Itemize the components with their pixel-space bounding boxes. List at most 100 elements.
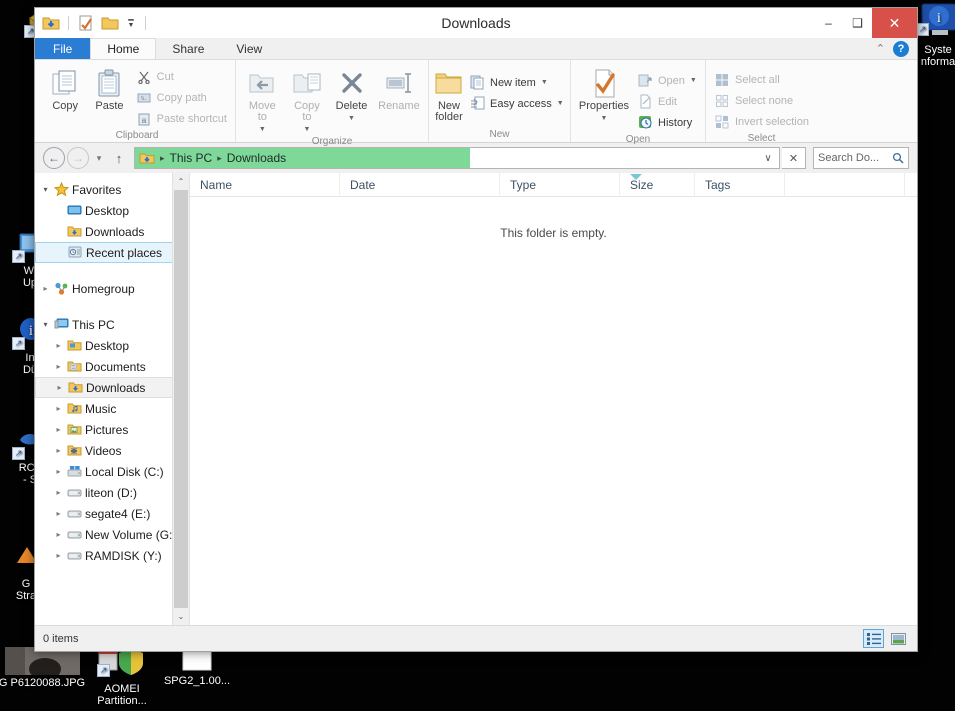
desktop-icon-aomei[interactable]: ↗ AOMEI Partition... — [82, 647, 162, 707]
expander-icon[interactable]: ▸ — [52, 509, 65, 518]
sidebar-item-documents[interactable]: ▸ Documents — [35, 356, 189, 377]
close-button[interactable]: ✕ — [872, 8, 917, 38]
select-all-button[interactable]: Select all — [710, 69, 813, 90]
column-header-date[interactable]: Date — [340, 173, 500, 197]
navigation-scrollbar[interactable]: ⌃ ⌄ — [172, 173, 189, 625]
file-list-pane[interactable]: Name Date Type Size Tags This folder is … — [190, 173, 917, 625]
sidebar-item-drive-d[interactable]: ▸ liteon (D:) — [35, 482, 189, 503]
invert-selection-button[interactable]: Invert selection — [710, 111, 813, 132]
chevron-down-icon[interactable]: ▼ — [601, 113, 608, 124]
expander-icon[interactable]: ▸ — [53, 383, 66, 392]
cut-button[interactable]: Cut — [132, 66, 231, 87]
expander-icon[interactable]: ▸ — [52, 362, 65, 371]
breadcrumb-separator[interactable]: ▸ — [157, 153, 168, 164]
expander-icon[interactable]: ▸ — [52, 488, 65, 497]
search-input[interactable]: Search Do... — [813, 147, 909, 169]
chevron-down-icon[interactable]: ▼ — [348, 113, 355, 124]
collapse-ribbon-button[interactable]: ⌃ — [876, 42, 885, 55]
forward-button[interactable]: → — [67, 147, 89, 169]
expander-icon[interactable]: ▸ — [52, 341, 65, 350]
move-to-button[interactable]: Move to ▼ — [240, 64, 285, 135]
button-label: Paste shortcut — [156, 112, 227, 125]
address-dropdown-button[interactable]: ∨ — [757, 153, 779, 164]
select-none-button[interactable]: Select none — [710, 90, 813, 111]
customize-qat-caret[interactable]: ━ ▼ — [124, 14, 138, 32]
sidebar-item-recent-places[interactable]: Recent places — [35, 242, 183, 263]
tab-home[interactable]: Home — [90, 38, 157, 59]
edit-button[interactable]: Edit — [633, 91, 701, 112]
expander-icon[interactable]: ▸ — [39, 284, 52, 293]
expander-icon[interactable]: ▸ — [52, 446, 65, 455]
chevron-down-icon[interactable]: ▼ — [303, 124, 310, 135]
sidebar-item-favorites[interactable]: ▾ Favorites — [35, 179, 189, 200]
column-header-type[interactable]: Type — [500, 173, 620, 197]
sidebar-item-music[interactable]: ▸ Music — [35, 398, 189, 419]
new-folder-button[interactable]: New folder — [433, 64, 465, 123]
expander-icon[interactable]: ▸ — [52, 530, 65, 539]
scroll-up-button[interactable]: ⌃ — [173, 173, 189, 190]
paste-shortcut-button[interactable]: a Paste shortcut — [132, 108, 231, 129]
sidebar-item-videos[interactable]: ▸ Videos — [35, 440, 189, 461]
breadcrumb-item-this-pc[interactable]: This PC — [170, 151, 213, 165]
history-button[interactable]: History — [633, 112, 701, 133]
help-icon[interactable]: ? — [893, 40, 909, 57]
maximize-button[interactable]: ❑ — [843, 8, 872, 38]
button-label: Copy — [52, 100, 78, 112]
tab-view[interactable]: View — [220, 38, 278, 59]
sidebar-item-pictures[interactable]: ▸ Pictures — [35, 419, 189, 440]
column-header-tags[interactable]: Tags — [695, 173, 785, 197]
tab-file[interactable]: File — [35, 38, 91, 59]
expander-icon[interactable]: ▸ — [52, 551, 65, 560]
breadcrumb-item-downloads[interactable]: Downloads — [227, 151, 286, 165]
delete-button[interactable]: Delete ▼ — [329, 64, 374, 124]
downloads-folder-icon[interactable] — [41, 13, 61, 33]
tab-share[interactable]: Share — [156, 38, 220, 59]
sidebar-item-drive-g[interactable]: ▸ New Volume (G:) — [35, 524, 189, 545]
expander-icon[interactable]: ▸ — [52, 467, 65, 476]
copy-button[interactable]: Copy — [43, 64, 87, 112]
scroll-down-button[interactable]: ⌄ — [173, 608, 189, 625]
svg-text:a: a — [141, 116, 146, 125]
chevron-down-icon[interactable]: ▼ — [557, 100, 564, 107]
chevron-down-icon[interactable]: ▼ — [259, 124, 266, 135]
paste-button[interactable]: Paste — [87, 64, 131, 112]
recent-locations-button[interactable]: ▾ — [91, 147, 107, 169]
properties-button[interactable]: Properties ▼ — [575, 64, 633, 124]
scrollbar-thumb[interactable] — [174, 190, 188, 608]
easy-access-button[interactable]: Easy access ▼ — [465, 93, 568, 114]
sidebar-item-drive-e[interactable]: ▸ segate4 (E:) — [35, 503, 189, 524]
desktop-icon-spg2[interactable]: SPG2_1.00... — [157, 647, 237, 687]
breadcrumb[interactable]: ▸ This PC ▸ Downloads ∨ — [134, 147, 780, 169]
sidebar-item-local-disk-c[interactable]: ▸ Local Disk (C:) — [35, 461, 189, 482]
new-folder-icon[interactable] — [100, 13, 120, 33]
details-view-button[interactable] — [863, 629, 884, 648]
sidebar-item-desktop-pc[interactable]: ▸ Desktop — [35, 335, 189, 356]
copy-path-button[interactable]: \\.. Copy path — [132, 87, 231, 108]
sidebar-item-homegroup[interactable]: ▸ Homegroup — [35, 278, 189, 299]
column-header-name[interactable]: Name — [190, 173, 340, 197]
large-icons-view-button[interactable] — [888, 629, 909, 648]
chevron-down-icon[interactable]: ▼ — [541, 79, 548, 86]
expander-icon[interactable]: ▸ — [52, 425, 65, 434]
search-icon[interactable] — [892, 152, 904, 164]
sidebar-item-drive-y[interactable]: ▸ RAMDISK (Y:) — [35, 545, 189, 566]
copy-to-button[interactable]: Copy to ▼ — [285, 64, 330, 135]
rename-button[interactable]: Rename — [374, 64, 424, 112]
expander-icon[interactable]: ▸ — [52, 404, 65, 413]
new-item-button[interactable]: New item ▼ — [465, 72, 568, 93]
minimize-button[interactable]: – — [814, 8, 843, 38]
sidebar-item-this-pc[interactable]: ▾ This PC — [35, 314, 189, 335]
back-button[interactable]: ← — [43, 147, 65, 169]
chevron-down-icon[interactable]: ▼ — [690, 77, 697, 84]
breadcrumb-separator[interactable]: ▸ — [214, 153, 225, 164]
column-header-extra[interactable] — [785, 173, 905, 197]
expander-icon[interactable]: ▾ — [39, 185, 52, 194]
up-button[interactable]: ↑ — [109, 147, 129, 169]
sidebar-item-desktop-fav[interactable]: Desktop — [35, 200, 189, 221]
properties-icon[interactable] — [76, 13, 96, 33]
refresh-stop-button[interactable]: ✕ — [782, 147, 806, 169]
sidebar-item-downloads-pc[interactable]: ▸ Downloads — [35, 377, 183, 398]
sidebar-item-downloads-fav[interactable]: Downloads — [35, 221, 189, 242]
open-button[interactable]: Open ▼ — [633, 70, 701, 91]
expander-icon[interactable]: ▾ — [39, 320, 52, 329]
